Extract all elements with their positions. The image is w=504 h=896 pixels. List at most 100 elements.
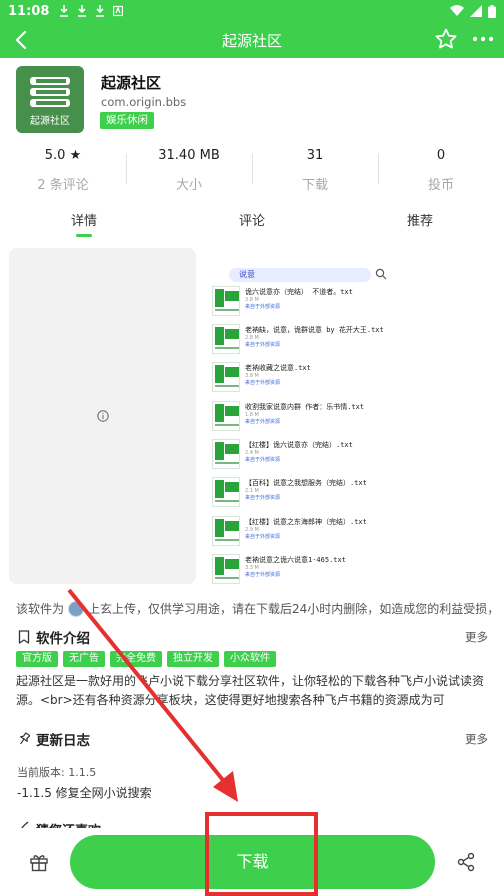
bottom-action-bar: 下载 <box>0 828 504 896</box>
changelog-section-header: 更新日志 更多 <box>18 729 488 749</box>
back-arrow-icon[interactable] <box>10 28 34 52</box>
share-icon[interactable] <box>456 852 476 872</box>
book-cover-thumbnail <box>212 362 240 392</box>
status-time: 11:08 <box>8 3 50 19</box>
book-title: 老衲收藏之说意.txt <box>245 364 311 372</box>
book-source-tag: 来自于外部资源 <box>245 342 281 348</box>
download-icon <box>60 5 69 17</box>
book-title: 老衲说意之诡六说意1-465.txt <box>245 556 346 564</box>
stat-size: 31.40 MB 大小 <box>126 148 252 198</box>
stat-value: 31 <box>306 148 324 163</box>
book-source-tag: 来自于外部资源 <box>245 304 281 310</box>
app-header: 起源社区 起源社区 com.origin.bbs 娱乐休闲 <box>16 66 488 136</box>
changelog-more-link[interactable]: 更多 <box>465 731 488 747</box>
book-title: 收割我家说意内群 作者：乐书情.txt <box>245 403 365 411</box>
stat-coins[interactable]: 0 投币 <box>378 148 504 198</box>
tab-recommend[interactable]: 推荐 <box>336 210 504 240</box>
book-cover-thumbnail <box>212 286 240 316</box>
stat-label: 2 条评论 <box>37 178 89 193</box>
screenshot-gallery[interactable]: 说意 诡六说意亦（完结） 不道者。txt 3.8 M 来自于外部资源 老衲缺，说意，诡… <box>9 248 504 584</box>
book-source-tag: 来自于外部资源 <box>245 572 281 578</box>
screenshot-placeholder[interactable] <box>9 248 196 584</box>
book-title: 【百科】说意之我想服务（完结）.txt <box>245 479 367 487</box>
book-cover-thumbnail <box>212 516 240 546</box>
feature-tag: 小众软件 <box>224 651 276 667</box>
book-cover-thumbnail <box>212 324 240 354</box>
app-name: 起源社区 <box>101 74 162 92</box>
book-cover-thumbnail <box>212 477 240 507</box>
screenshot-book-row: 老衲缺，说意，诡群说意 by 花开大王.txt 2.8 M 来自于外部资源 <box>212 324 398 356</box>
feature-tag: 无广告 <box>63 651 105 667</box>
books-icon <box>30 77 70 107</box>
app-a-icon <box>113 5 124 17</box>
app-category-badge[interactable]: 娱乐休闲 <box>100 112 154 129</box>
stat-label: 投币 <box>427 178 454 193</box>
tab-details[interactable]: 详情 <box>0 210 168 240</box>
page-title: 起源社区 <box>221 31 282 50</box>
uploader-name[interactable]: 上玄 <box>88 600 112 617</box>
book-source-tag: 来自于外部资源 <box>245 534 281 540</box>
stat-label: 下载 <box>301 178 328 193</box>
screenshot-book-row: 诡六说意亦（完结） 不道者。txt 3.8 M 来自于外部资源 <box>212 286 398 318</box>
screenshot-book-row: 收割我家说意内群 作者：乐书情.txt 1.8 M 来自于外部资源 <box>212 401 398 433</box>
stat-value: 31.40 MB <box>158 148 220 163</box>
gift-icon[interactable] <box>29 852 49 872</box>
book-source-tag: 来自于外部资源 <box>245 419 281 425</box>
screenshot-book-row: 【红楼】诡六说意亦（完结）.txt 2.4 M 来自于外部资源 <box>212 439 398 471</box>
status-notification-icons <box>59 5 124 17</box>
book-cover-thumbnail <box>212 401 240 431</box>
download-button[interactable]: 下载 <box>70 835 435 889</box>
screenshot-book-row: 老衲说意之诡六说意1-465.txt 3.3 M 来自于外部资源 <box>212 554 398 584</box>
upload-prefix: 该软件为 <box>16 602 65 616</box>
pin-icon <box>20 732 30 745</box>
status-bar: 11:08 <box>0 0 504 22</box>
book-title: 【红楼】说意之东海郎神（完结）.txt <box>245 518 367 526</box>
screenshot-book-row: 【百科】说意之我想服务（完结）.txt 2.1 M 来自于外部资源 <box>212 477 398 509</box>
download-icon <box>96 5 105 17</box>
status-system-icons <box>450 4 496 18</box>
favorite-star-icon[interactable] <box>434 27 458 51</box>
screenshot-search-bar: 说意 <box>229 268 371 282</box>
info-icon <box>97 410 109 422</box>
app-stats: 5.0 ★ 2 条评论 31.40 MB 大小 31 下载 0 投币 <box>0 148 504 198</box>
changelog-entry: -1.1.5 修复全网小说搜索 <box>17 786 152 800</box>
battery-icon <box>488 4 496 18</box>
book-source-tag: 来自于外部资源 <box>245 380 281 386</box>
upload-suffix: 上传，仅供学习用途，请在下载后24小时内删除，如造成您的利益受损， <box>112 602 500 616</box>
app-icon: 起源社区 <box>16 66 84 133</box>
stat-value: 5.0 ★ <box>44 148 82 163</box>
screenshot-book-list[interactable]: 说意 诡六说意亦（完结） 不道者。txt 3.8 M 来自于外部资源 老衲缺，说意，诡… <box>209 262 399 584</box>
bookmark-icon <box>18 630 30 644</box>
screenshot-book-row: 老衲收藏之说意.txt 3.8 M 来自于外部资源 <box>212 362 398 394</box>
stat-downloads: 31 下载 <box>252 148 378 198</box>
upload-disclaimer: 该软件为 上玄 上传，仅供学习用途，请在下载后24小时内删除，如造成您的利益受损… <box>16 600 504 617</box>
book-title: 诡六说意亦（完结） 不道者。txt <box>245 288 353 296</box>
intro-section-header: 软件介绍 更多 <box>18 627 488 647</box>
intro-title: 软件介绍 <box>36 631 90 647</box>
book-source-tag: 来自于外部资源 <box>245 495 281 501</box>
stat-label: 大小 <box>175 178 202 193</box>
stat-value: 0 <box>436 148 446 163</box>
tab-comments[interactable]: 评论 <box>168 210 336 240</box>
intro-more-link[interactable]: 更多 <box>465 629 488 645</box>
feature-tag: 完全免费 <box>110 651 162 667</box>
feature-tag: 独立开发 <box>167 651 219 667</box>
book-title: 老衲缺，说意，诡群说意 by 花开大王.txt <box>245 326 384 334</box>
changelog-title: 更新日志 <box>36 733 90 749</box>
screenshot-search-text: 说意 <box>239 270 255 279</box>
uploader-avatar[interactable] <box>68 600 85 617</box>
app-icon-label: 起源社区 <box>30 116 70 127</box>
intro-description: 起源社区是一款好用的飞卢小说下载分享社区软件，让你轻松的下载各种飞卢小说试读资源… <box>16 674 485 707</box>
current-version: 当前版本: 1.1.5 <box>17 766 97 779</box>
feature-tags: 官方版 无广告 完全免费 独立开发 小众软件 <box>16 651 276 667</box>
stat-rating[interactable]: 5.0 ★ 2 条评论 <box>0 148 126 198</box>
book-cover-thumbnail <box>212 439 240 469</box>
detail-tabs: 详情 评论 推荐 <box>0 210 504 240</box>
book-title: 【红楼】诡六说意亦（完结）.txt <box>245 441 353 449</box>
top-app-bar: 起源社区 <box>0 22 504 58</box>
feature-tag: 官方版 <box>16 651 58 667</box>
more-options-icon[interactable] <box>470 27 496 51</box>
screenshot-book-row: 【红楼】说意之东海郎神（完结）.txt 2.9 M 来自于外部资源 <box>212 516 398 548</box>
download-icon <box>78 5 87 17</box>
wifi-icon <box>450 5 464 17</box>
